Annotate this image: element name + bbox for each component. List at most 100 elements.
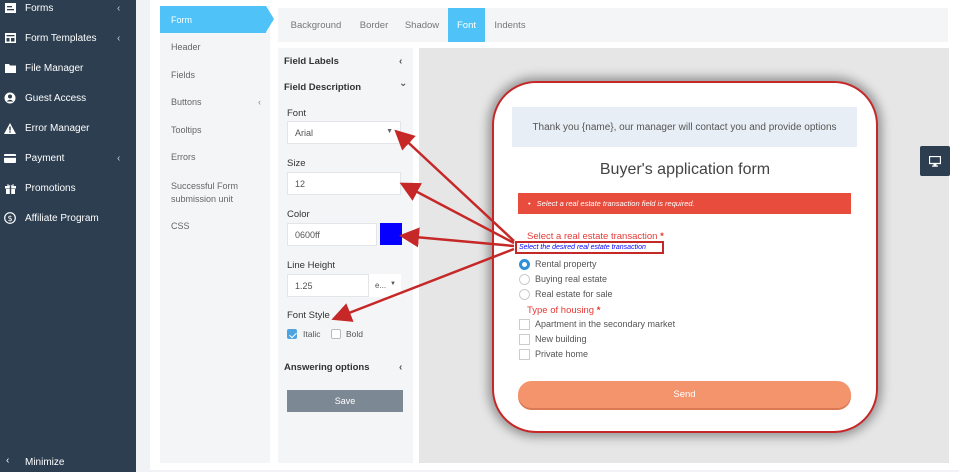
- tab-font[interactable]: Font: [448, 8, 485, 42]
- tab-label: Indents: [494, 19, 526, 31]
- sidebar-item-payment[interactable]: Payment ‹: [0, 147, 136, 169]
- chevron-left-icon: ‹: [6, 455, 10, 466]
- sidebar-item-error-manager[interactable]: Error Manager: [0, 117, 136, 139]
- style-tabs: Background Border Shadow Font Indents: [278, 8, 948, 42]
- tab-indents[interactable]: Indents: [490, 8, 530, 42]
- unit-value: e...: [375, 281, 387, 290]
- caret-down-icon: ▼: [390, 281, 396, 287]
- thank-you-text: Thank you {name}, our manager will conta…: [532, 121, 837, 133]
- sidebar-item-label: Error Manager: [25, 122, 90, 134]
- checkbox-secondary-market[interactable]: [519, 319, 530, 330]
- checkbox-private-home[interactable]: [519, 349, 530, 360]
- subnav-item-label: CSS: [171, 221, 190, 231]
- tab-shadow[interactable]: Shadow: [400, 8, 444, 42]
- tab-background[interactable]: Background: [285, 8, 347, 42]
- radio-rental-property[interactable]: [519, 259, 530, 270]
- question-housing-label: Type of housing *: [527, 305, 600, 316]
- section-field-labels[interactable]: Field Labels ‹: [278, 49, 413, 73]
- settings-subnav: Form Header Fields Buttons ‹ Tooltips Er…: [160, 6, 274, 463]
- desktop-icon: [929, 155, 941, 167]
- error-text: Select a real estate transaction field i…: [536, 199, 695, 208]
- sidebar-item-label: Form Templates: [25, 32, 97, 44]
- guest-access-icon: [4, 92, 16, 104]
- sidebar-item-label: Payment: [25, 152, 65, 164]
- sidebar-item-label: Forms: [25, 2, 54, 14]
- sidebar-item-form-templates[interactable]: Form Templates ‹: [0, 27, 136, 49]
- option-label: Apartment in the secondary market: [535, 319, 676, 329]
- tab-label: Border: [359, 19, 389, 31]
- caret-down-icon: ▼: [386, 128, 393, 135]
- subnav-item-label: Fields: [171, 70, 196, 80]
- color-input[interactable]: 0600ff: [287, 223, 377, 246]
- save-button[interactable]: Save: [287, 390, 403, 412]
- subnav-item-fields[interactable]: Fields: [160, 70, 270, 80]
- size-input[interactable]: 12: [287, 172, 401, 195]
- color-swatch[interactable]: [380, 223, 402, 245]
- subnav-item-form[interactable]: Form: [160, 6, 274, 33]
- question-text: Type of housing: [527, 305, 595, 316]
- sidebar: Forms ‹ Form Templates ‹ File Manager Gu…: [0, 0, 136, 472]
- gift-icon: [4, 182, 16, 194]
- minimize-button[interactable]: ‹ Minimize: [0, 452, 136, 472]
- sidebar-item-promotions[interactable]: Promotions: [0, 177, 136, 199]
- radio-buying-real-estate[interactable]: [519, 274, 530, 285]
- sidebar-item-forms[interactable]: Forms ‹: [0, 0, 136, 19]
- warning-icon: [4, 122, 16, 134]
- subnav-item-tooltips[interactable]: Tooltips: [160, 125, 270, 135]
- italic-checkbox[interactable]: [287, 329, 297, 339]
- chevron-left-icon: ‹: [117, 152, 121, 164]
- sidebar-item-label: Guest Access: [25, 92, 87, 104]
- subnav-item-errors[interactable]: Errors: [160, 152, 270, 162]
- subnav-item-buttons[interactable]: Buttons ‹: [160, 97, 270, 107]
- sidebar-item-label: Affiliate Program: [25, 212, 99, 224]
- minimize-label: Minimize: [25, 457, 65, 468]
- tab-border[interactable]: Border: [353, 8, 395, 42]
- size-value: 12: [295, 178, 306, 189]
- chevron-left-icon: ‹: [117, 32, 121, 44]
- chevron-left-icon: ‹: [258, 97, 261, 107]
- bold-checkbox[interactable]: [331, 329, 341, 339]
- chevron-left-icon: ‹: [117, 2, 121, 14]
- tab-label: Background: [290, 19, 342, 31]
- sidebar-item-guest-access[interactable]: Guest Access: [0, 87, 136, 109]
- size-label: Size: [287, 158, 306, 169]
- color-value: 0600ff: [295, 229, 320, 240]
- section-answering-options[interactable]: Answering options ‹: [278, 355, 413, 379]
- error-message: Select a real estate transaction field i…: [518, 193, 851, 214]
- subnav-item-label: Form: [171, 14, 192, 25]
- svg-text:$: $: [7, 214, 12, 223]
- radio-real-estate-for-sale[interactable]: [519, 289, 530, 300]
- file-manager-icon: [4, 62, 16, 74]
- subnav-item-header[interactable]: Header: [160, 42, 270, 52]
- chevron-down-icon: ⌄: [399, 78, 408, 89]
- subnav-item-label: Errors: [171, 152, 196, 162]
- option-label: Buying real estate: [535, 274, 608, 284]
- sidebar-item-affiliate-program[interactable]: $ Affiliate Program: [0, 207, 136, 229]
- section-field-description[interactable]: Field Description ⌄: [278, 75, 413, 99]
- required-mark: *: [596, 305, 601, 316]
- subnav-item-label: Successful Form submission unit: [171, 181, 239, 204]
- line-height-unit-select[interactable]: e... ▼: [368, 274, 401, 297]
- payment-icon: [4, 152, 16, 164]
- section-title: Answering options: [284, 361, 370, 373]
- tab-label: Shadow: [404, 19, 440, 31]
- font-value: Arial: [295, 127, 314, 138]
- subnav-item-success-unit[interactable]: Successful Form submission unit: [160, 180, 260, 206]
- font-style-label: Font Style: [287, 310, 330, 321]
- templates-icon: [4, 32, 16, 44]
- line-height-label: Line Height: [287, 260, 336, 271]
- sidebar-item-label: File Manager: [25, 62, 84, 74]
- bold-label: Bold: [346, 329, 364, 339]
- color-label: Color: [287, 209, 310, 220]
- section-title: Field Labels: [284, 55, 339, 67]
- font-select[interactable]: Arial ▼: [287, 121, 401, 144]
- subnav-item-css[interactable]: CSS: [160, 221, 270, 231]
- send-button[interactable]: Send: [518, 381, 851, 408]
- thank-you-message: Thank you {name}, our manager will conta…: [512, 107, 857, 147]
- chevron-left-icon: ‹: [399, 361, 403, 373]
- sidebar-item-file-manager[interactable]: File Manager: [0, 57, 136, 79]
- font-settings-panel: Field Labels ‹ Field Description ⌄ Font …: [278, 48, 413, 463]
- font-label: Font: [287, 108, 307, 119]
- checkbox-new-building[interactable]: [519, 334, 530, 345]
- device-toggle-button[interactable]: [920, 146, 950, 176]
